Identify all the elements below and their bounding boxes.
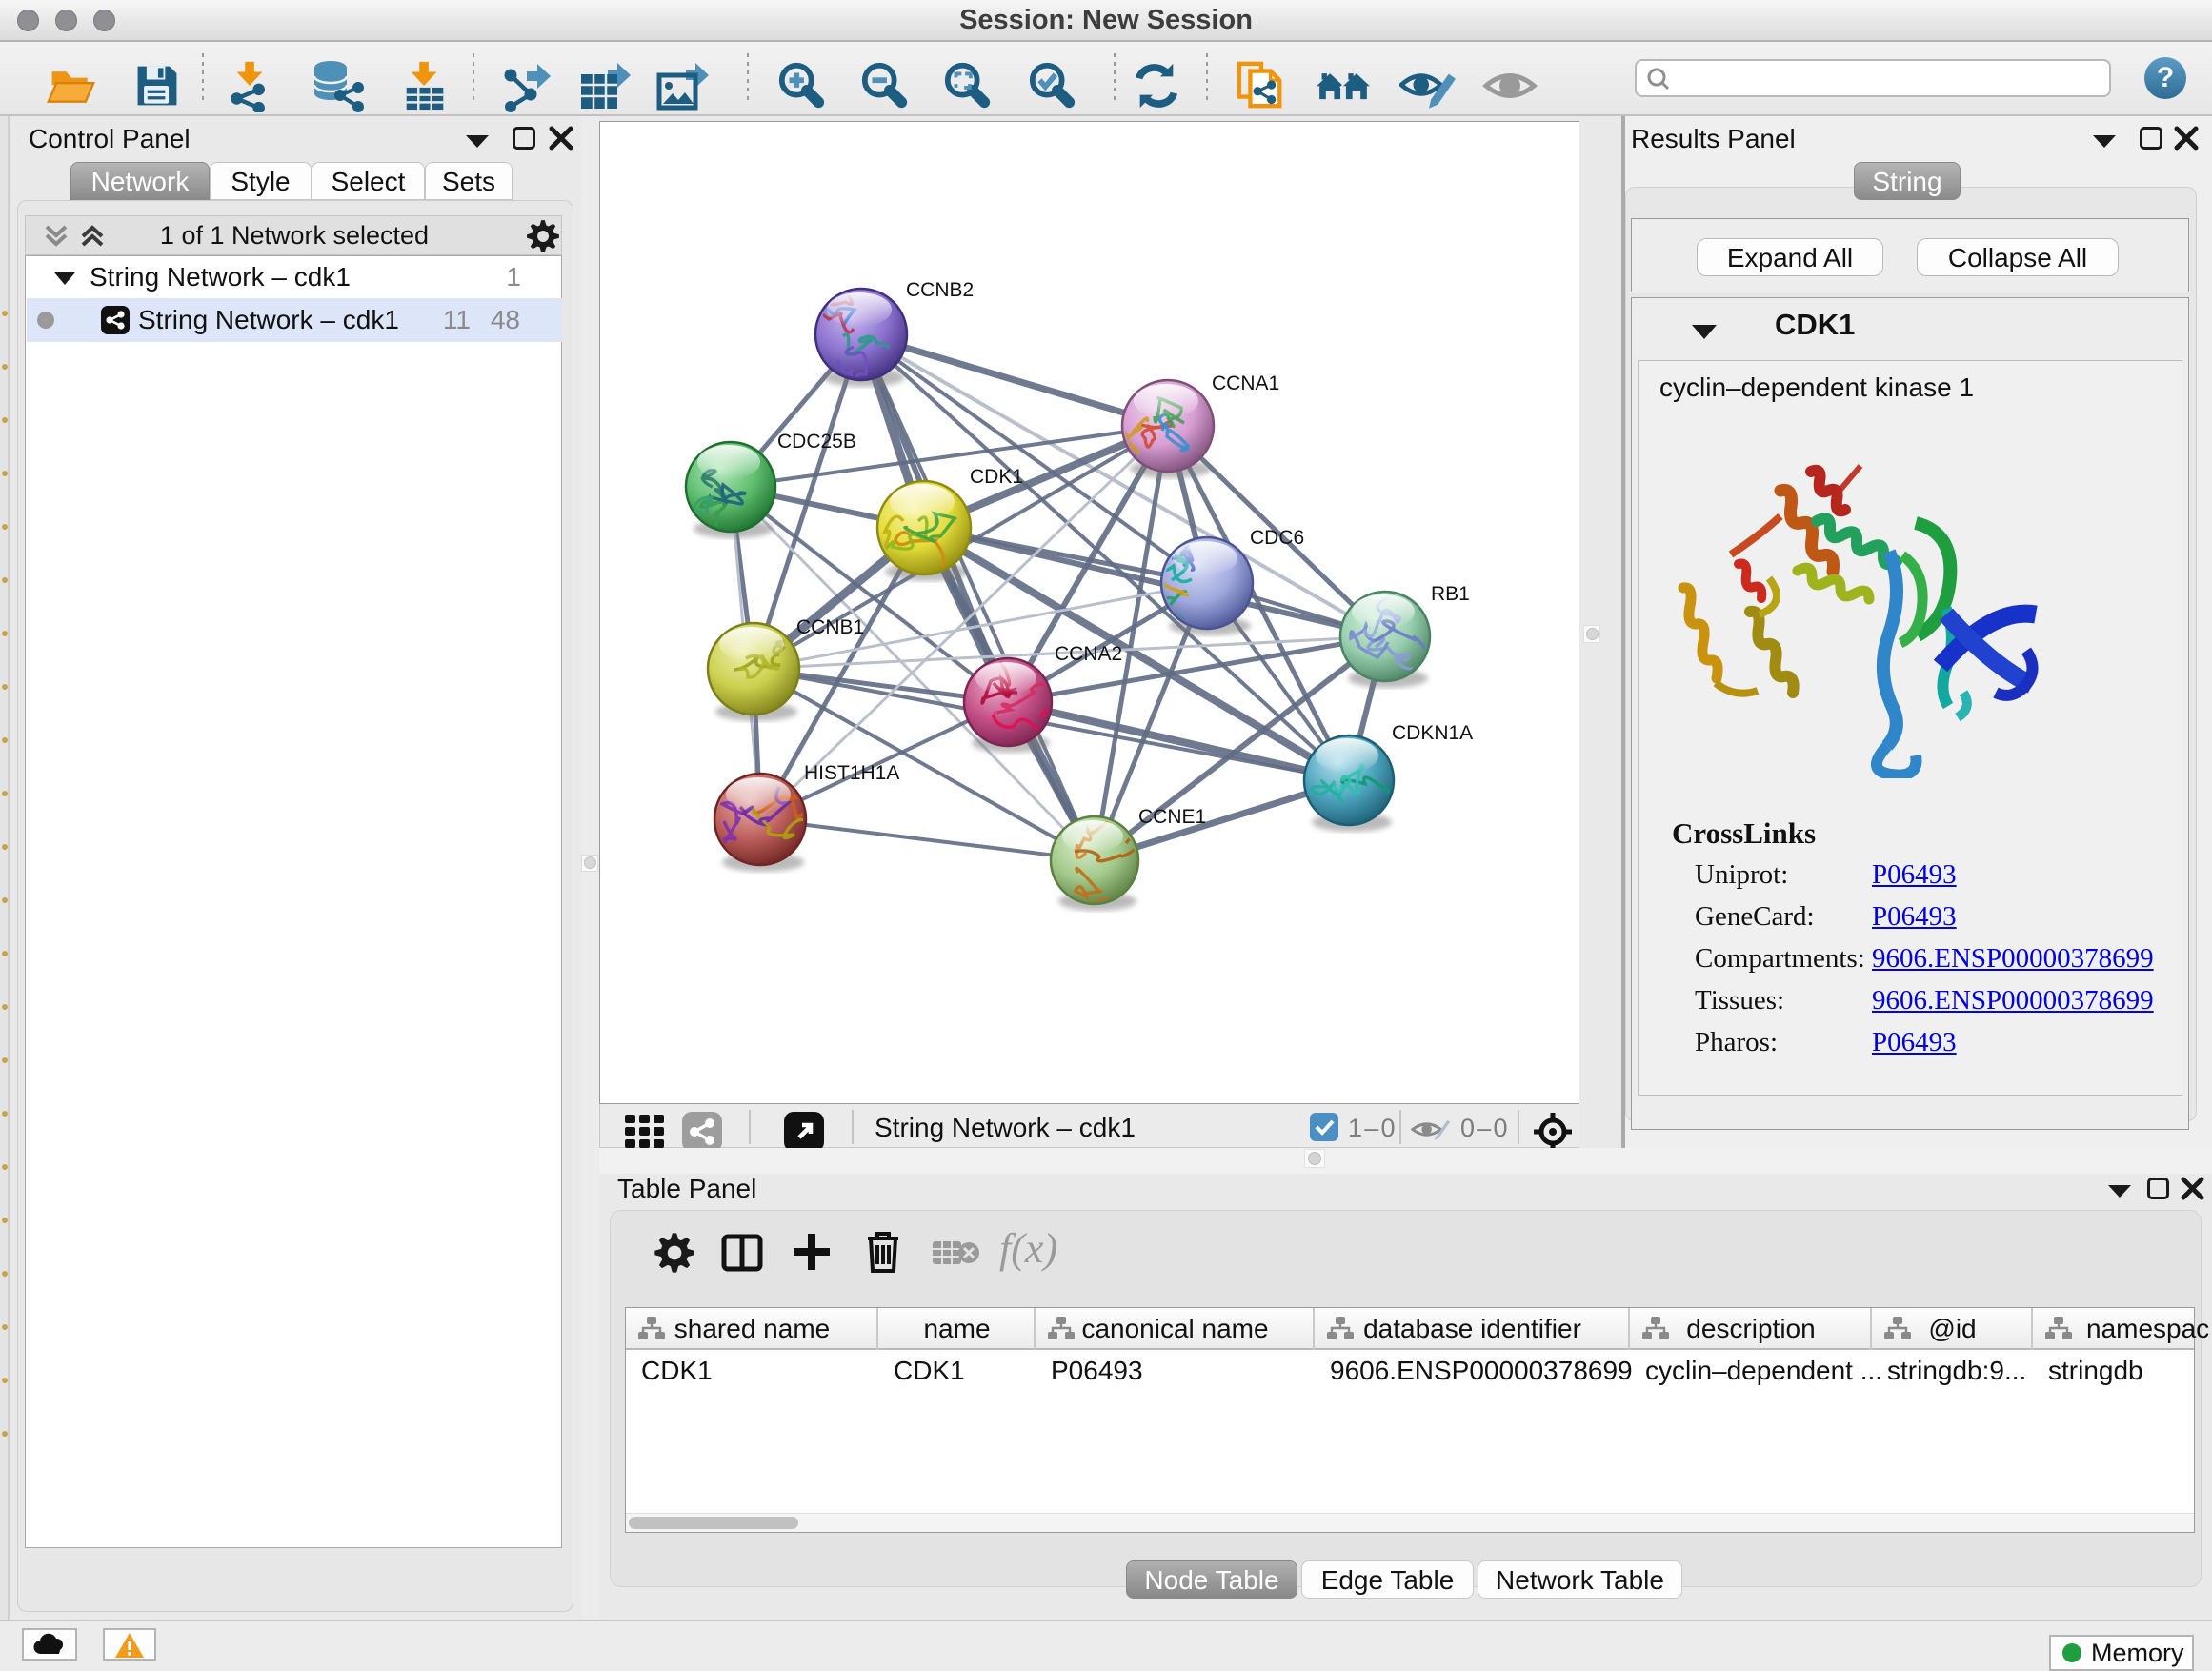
svg-text:CCNB1: CCNB1 bbox=[796, 616, 864, 638]
svg-text:CDC25B: CDC25B bbox=[777, 431, 856, 453]
svg-text:CDC6: CDC6 bbox=[1250, 527, 1304, 549]
svg-text:CCNB2: CCNB2 bbox=[906, 279, 974, 301]
svg-text:CCNE1: CCNE1 bbox=[1138, 806, 1206, 828]
svg-text:RB1: RB1 bbox=[1431, 583, 1470, 605]
svg-text:CCNA1: CCNA1 bbox=[1212, 372, 1279, 394]
svg-text:HIST1H1A: HIST1H1A bbox=[804, 762, 899, 784]
svg-text:CCNA2: CCNA2 bbox=[1055, 643, 1122, 665]
svg-text:CDK1: CDK1 bbox=[970, 466, 1023, 488]
svg-text:CDKN1A: CDKN1A bbox=[1392, 722, 1473, 744]
